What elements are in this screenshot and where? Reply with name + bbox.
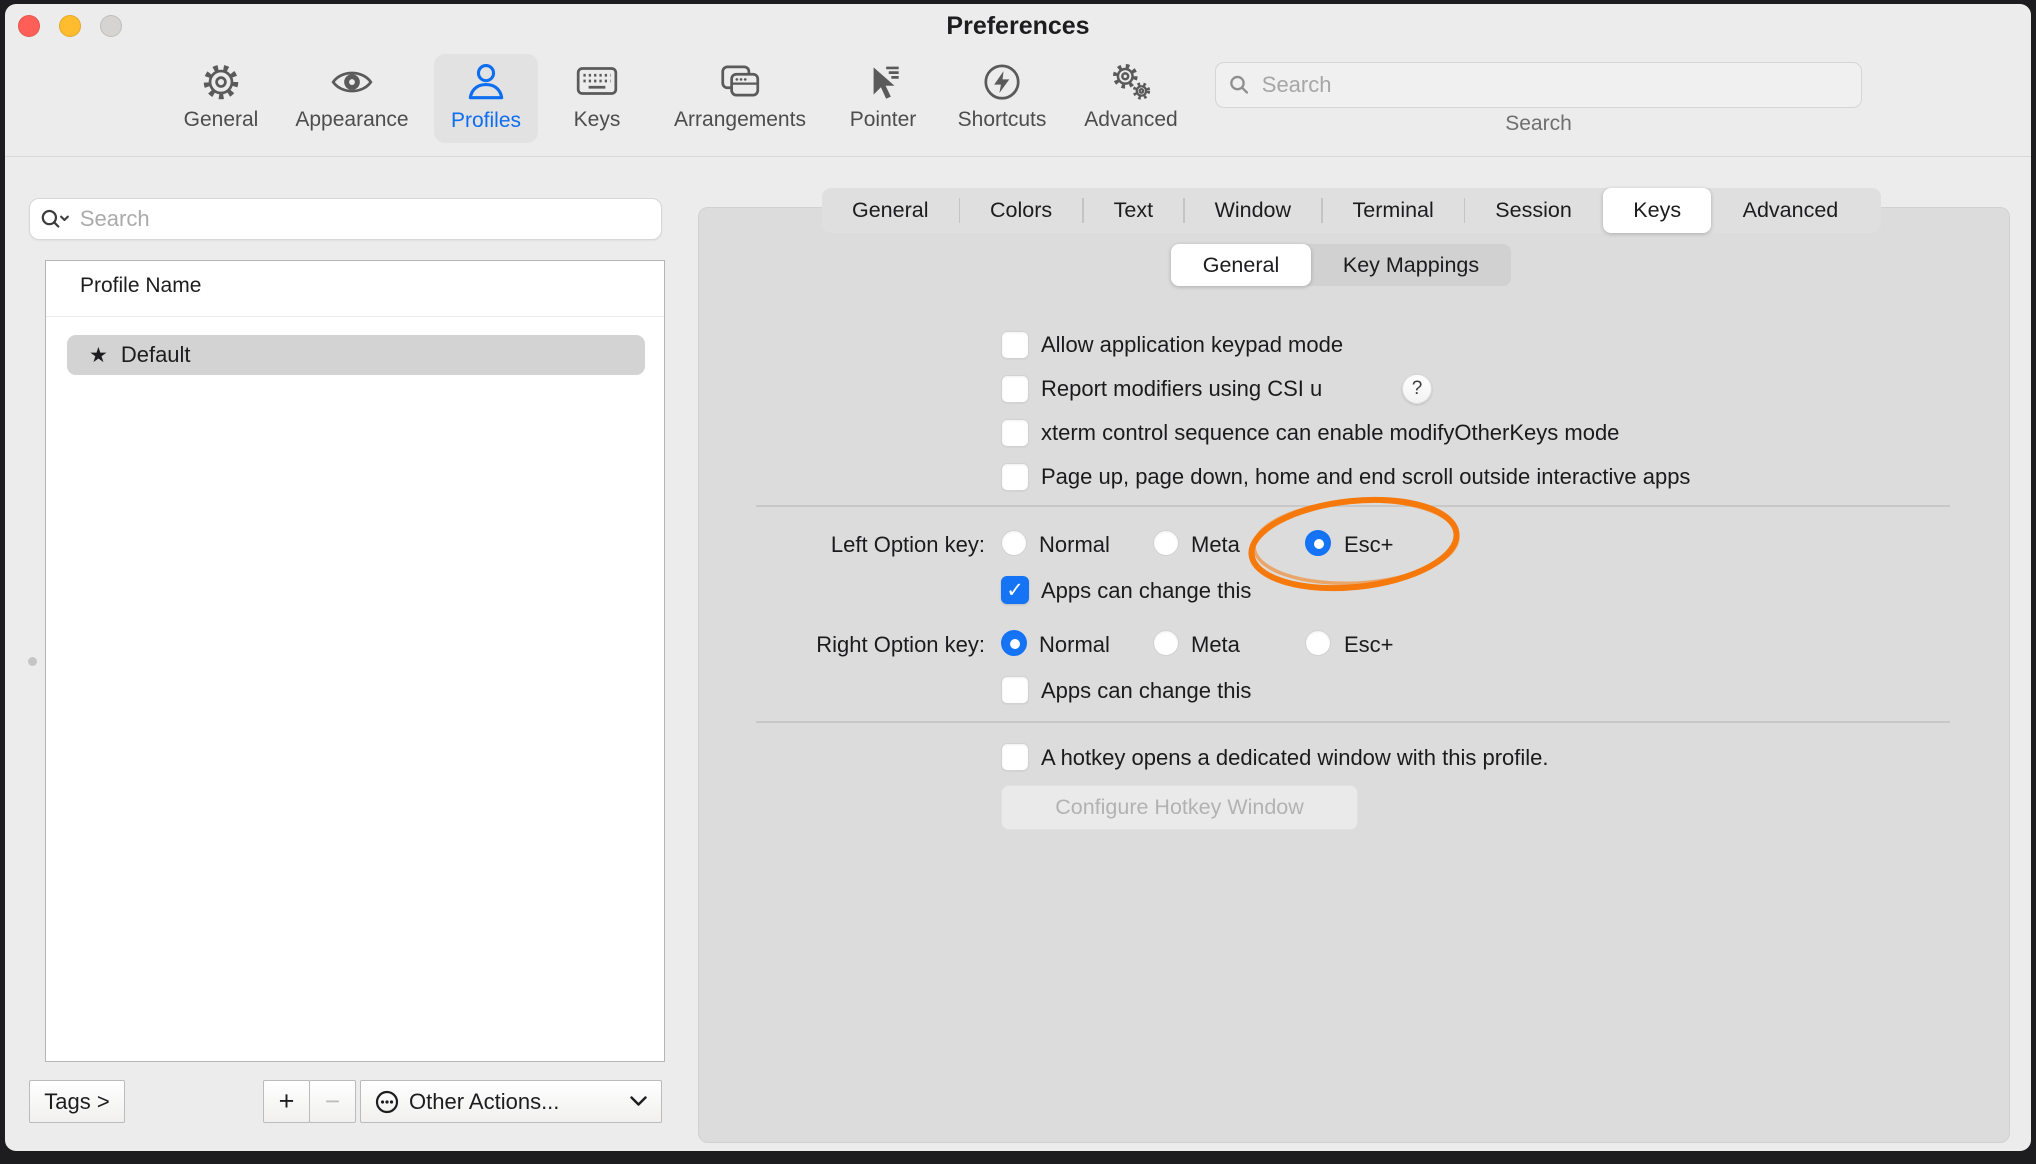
radio-label[interactable]: Esc+ [1344,631,1394,659]
profile-tab-bar: General Colors Text Window Terminal Sess… [822,188,1881,233]
toolbar-item-profiles[interactable]: Profiles [434,54,538,143]
checkbox-label[interactable]: Allow application keypad mode [1041,331,1343,359]
eye-icon [329,58,375,104]
preferences-window: Preferences General Appearance Profiles [5,4,2031,1151]
help-button[interactable]: ? [1402,374,1432,404]
checkbox-allow-keypad-mode[interactable] [1001,331,1029,359]
gear-icon [198,58,244,104]
toolbar-divider [5,156,2031,157]
toolbar-item-general[interactable]: General [171,58,271,138]
remove-profile-button[interactable]: − [309,1080,356,1123]
other-actions-button[interactable]: Other Actions... [360,1080,662,1123]
checkbox-label[interactable]: Report modifiers using CSI u [1041,375,1322,403]
toolbar-label: Pointer [850,109,917,131]
toolbar-search-caption: Search [1215,112,1862,136]
subtab-general[interactable]: General [1171,244,1311,286]
profile-list-header[interactable]: Profile Name [80,274,201,298]
radio-label[interactable]: Normal [1039,531,1110,559]
tab-general[interactable]: General [822,188,959,233]
window-title: Preferences [5,12,2031,41]
profile-row-default[interactable]: ★ Default [67,335,645,375]
toolbar-item-pointer[interactable]: Pointer [833,58,933,138]
toolbar-item-keys[interactable]: Keys [557,58,637,138]
keyboard-icon [574,58,620,104]
radio-right-option-normal[interactable] [1001,630,1027,656]
gears-icon [1108,58,1154,104]
tab-terminal[interactable]: Terminal [1323,188,1464,233]
section-divider [756,505,1950,507]
checkbox-label[interactable]: Page up, page down, home and end scroll … [1041,463,1690,491]
cursor-icon [860,58,906,104]
radio-label[interactable]: Meta [1191,531,1240,559]
tab-session[interactable]: Session [1465,188,1602,233]
toolbar-label: Profiles [451,110,521,132]
windows-icon [717,58,763,104]
tab-window[interactable]: Window [1185,188,1321,233]
toolbar-label: Keys [574,109,621,131]
bolt-icon [979,58,1025,104]
radio-left-option-normal[interactable] [1001,530,1027,556]
toolbar-item-advanced[interactable]: Advanced [1071,58,1191,138]
star-icon: ★ [89,343,108,368]
toolbar-label: General [184,109,259,131]
list-header-divider [46,316,664,317]
tags-button[interactable]: Tags > [29,1080,125,1123]
checkbox-left-apps-can-change[interactable] [1001,576,1029,604]
checkbox-hotkey-window[interactable] [1001,743,1029,771]
configure-hotkey-window-button[interactable]: Configure Hotkey Window [1001,785,1358,830]
section-divider [756,721,1950,723]
checkbox-right-apps-can-change[interactable] [1001,676,1029,704]
checkbox-report-csi-u[interactable] [1001,375,1029,403]
left-option-key-label: Left Option key: [705,531,985,559]
profile-list: Profile Name ★ Default [45,260,665,1062]
window-edge-dot [28,657,37,666]
toolbar-label: Advanced [1084,109,1177,131]
radio-left-option-meta[interactable] [1153,530,1179,556]
profile-settings-panel [698,207,2010,1143]
radio-right-option-esc[interactable] [1305,630,1331,656]
checkbox-label[interactable]: A hotkey opens a dedicated window with t… [1041,744,1549,772]
checkbox-label[interactable]: Apps can change this [1041,677,1251,705]
radio-label[interactable]: Meta [1191,631,1240,659]
checkbox-label[interactable]: xterm control sequence can enable modify… [1041,419,1619,447]
profile-search-input[interactable] [78,205,651,233]
toolbar-search-field[interactable] [1215,62,1862,108]
toolbar-label: Appearance [295,109,408,131]
tab-text[interactable]: Text [1084,188,1183,233]
checkbox-page-scroll-outside[interactable] [1001,463,1029,491]
add-profile-button[interactable]: + [263,1080,310,1123]
tab-advanced[interactable]: Advanced [1713,188,1869,233]
checkbox-label[interactable]: Apps can change this [1041,577,1251,605]
subtab-key-mappings[interactable]: Key Mappings [1311,244,1511,286]
toolbar-item-appearance[interactable]: Appearance [287,58,417,138]
other-actions-label: Other Actions... [409,1089,559,1115]
radio-label[interactable]: Normal [1039,631,1110,659]
toolbar-label: Shortcuts [958,109,1047,131]
toolbar-search-input[interactable] [1260,71,1849,99]
tab-keys[interactable]: Keys [1603,188,1711,233]
toolbar-item-arrangements[interactable]: Arrangements [665,58,815,138]
radio-label[interactable]: Esc+ [1344,531,1394,559]
chevron-down-icon [630,1096,647,1107]
toolbar-item-shortcuts[interactable]: Shortcuts [947,58,1057,138]
radio-left-option-esc[interactable] [1305,530,1331,556]
tab-colors[interactable]: Colors [960,188,1082,233]
keys-subtab-bar: General Key Mappings [1171,244,1511,286]
profile-search-field[interactable] [29,198,662,240]
search-menu-icon [40,207,72,231]
toolbar-label: Arrangements [674,109,806,131]
profile-name: Default [121,342,191,368]
right-option-key-label: Right Option key: [705,631,985,659]
radio-right-option-meta[interactable] [1153,630,1179,656]
person-icon [463,59,509,105]
search-icon [1228,73,1251,97]
checkbox-xterm-modifyotherkeys[interactable] [1001,419,1029,447]
ellipsis-circle-icon [375,1090,399,1114]
